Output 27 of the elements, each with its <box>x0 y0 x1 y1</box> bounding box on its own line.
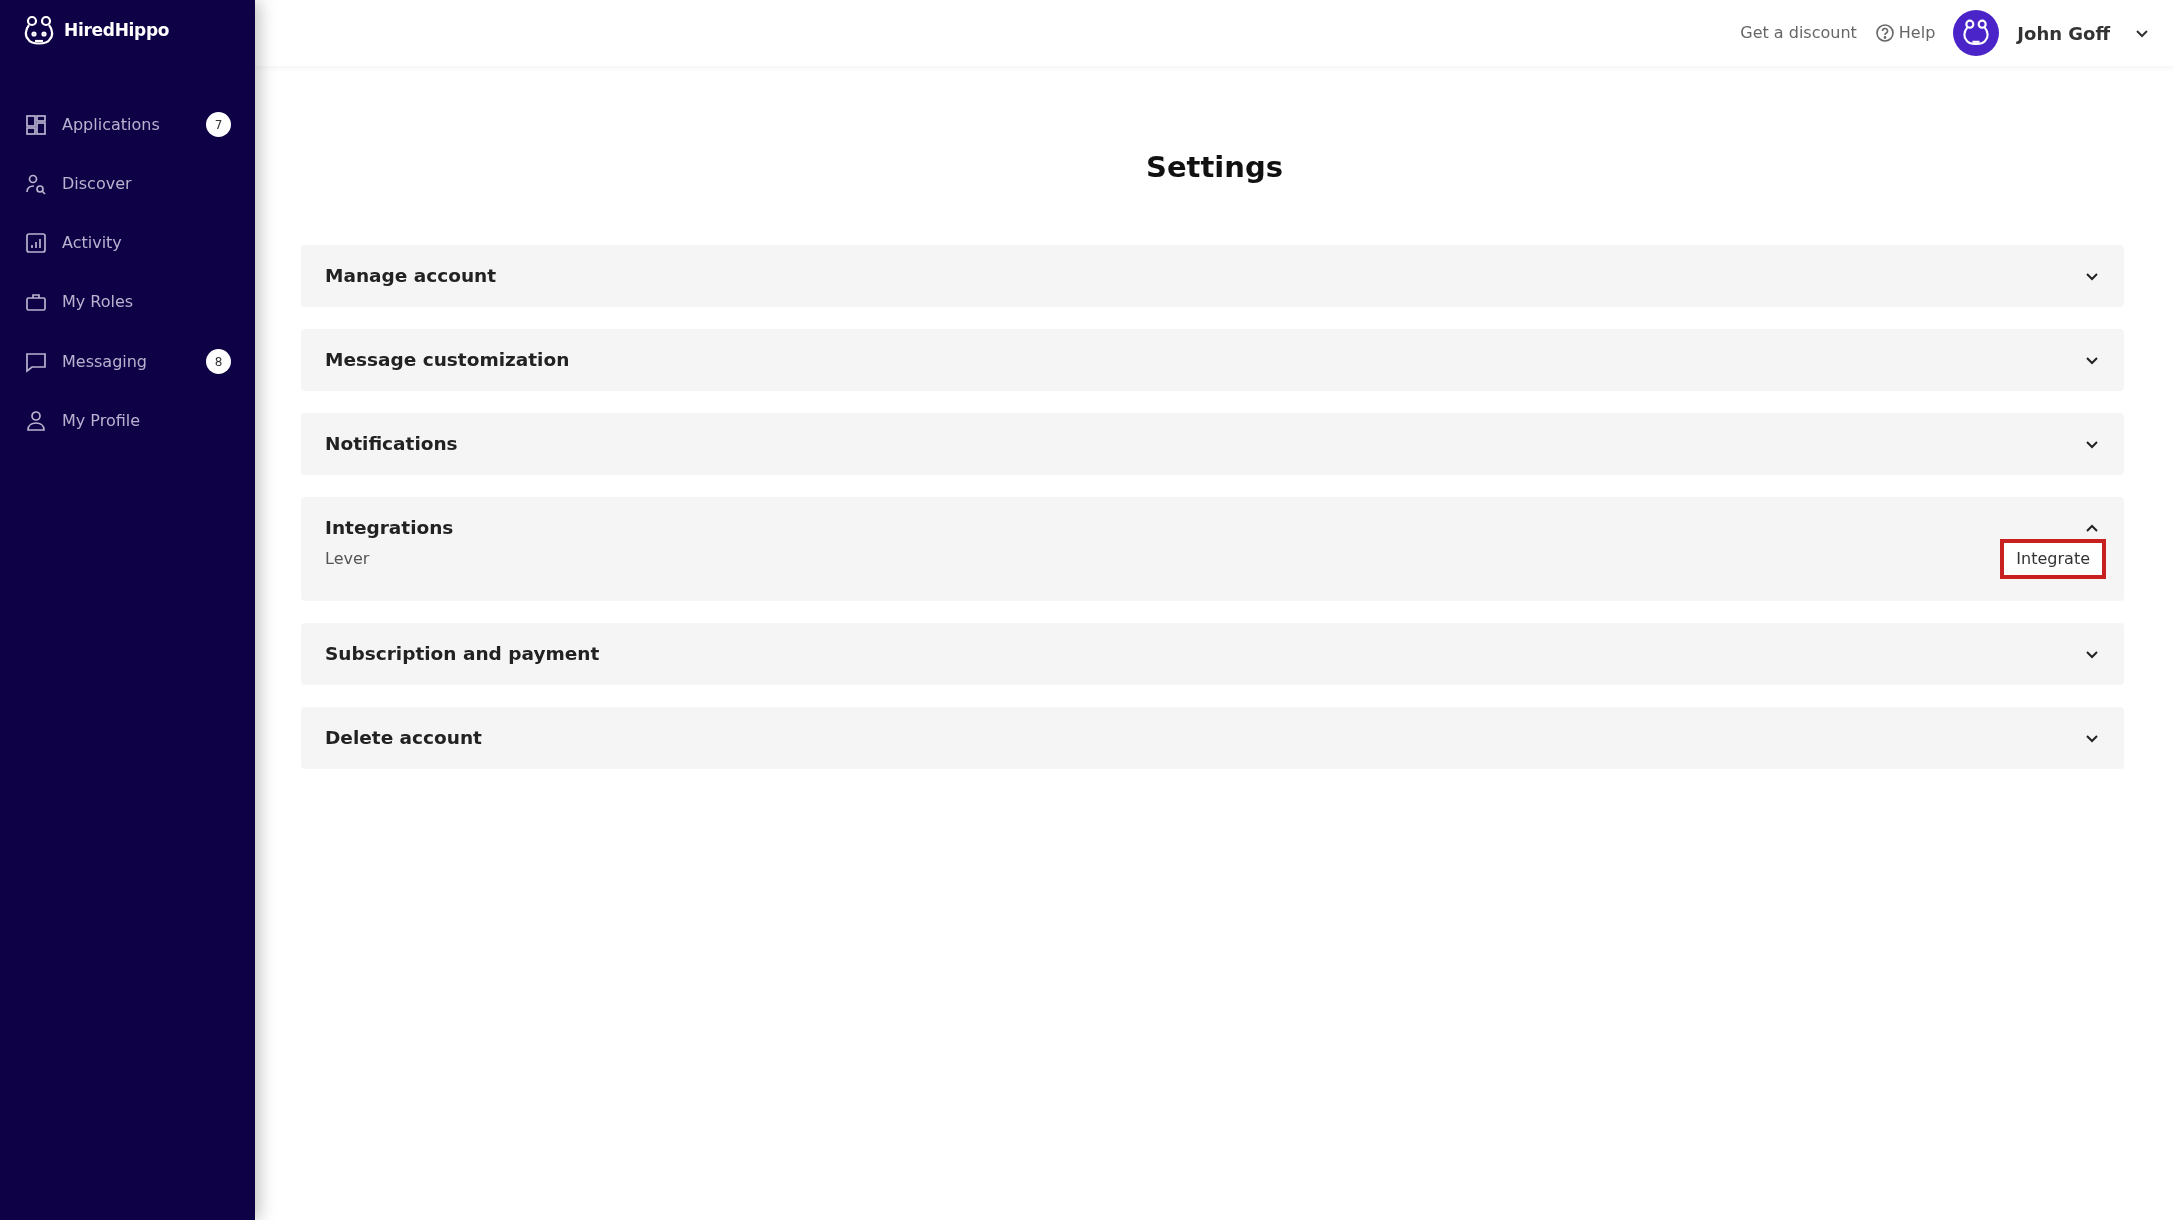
integration-name: Lever <box>325 547 370 570</box>
section-header[interactable]: Subscription and payment <box>301 622 2124 685</box>
hippo-logo-icon <box>22 14 56 48</box>
sidebar-item[interactable]: Messaging 8 <box>0 343 255 380</box>
user-menu[interactable]: John Goff <box>2017 19 2150 47</box>
section-header[interactable]: Notifications <box>301 412 2124 475</box>
help-link[interactable]: Help <box>1874 21 1936 45</box>
help-icon <box>1874 23 1895 43</box>
sidebar-item[interactable]: My Roles <box>0 284 255 320</box>
discount-link[interactable]: Get a discount <box>1740 21 1857 45</box>
sidebar-item[interactable]: Activity <box>0 225 255 261</box>
person-icon <box>24 409 48 433</box>
sidebar-item[interactable]: Applications 7 <box>0 106 255 143</box>
avatar[interactable] <box>1953 10 2000 56</box>
brand-name: HiredHippo <box>64 19 170 43</box>
grid-icon <box>24 112 48 137</box>
sidebar-item[interactable]: Discover <box>0 166 255 202</box>
count-badge: 7 <box>206 112 231 137</box>
section-header[interactable]: Manage account <box>301 244 2124 307</box>
section-header[interactable]: Message customization <box>301 328 2124 391</box>
chart-icon <box>24 231 48 255</box>
integrate-button[interactable]: Integrate <box>2000 538 2106 579</box>
section-header[interactable]: Delete account <box>301 706 2124 769</box>
page-title: Settings <box>1145 149 1284 186</box>
count-badge: 8 <box>206 349 231 374</box>
person-search-icon <box>24 172 48 196</box>
sidebar-item[interactable]: My Profile <box>0 403 255 439</box>
